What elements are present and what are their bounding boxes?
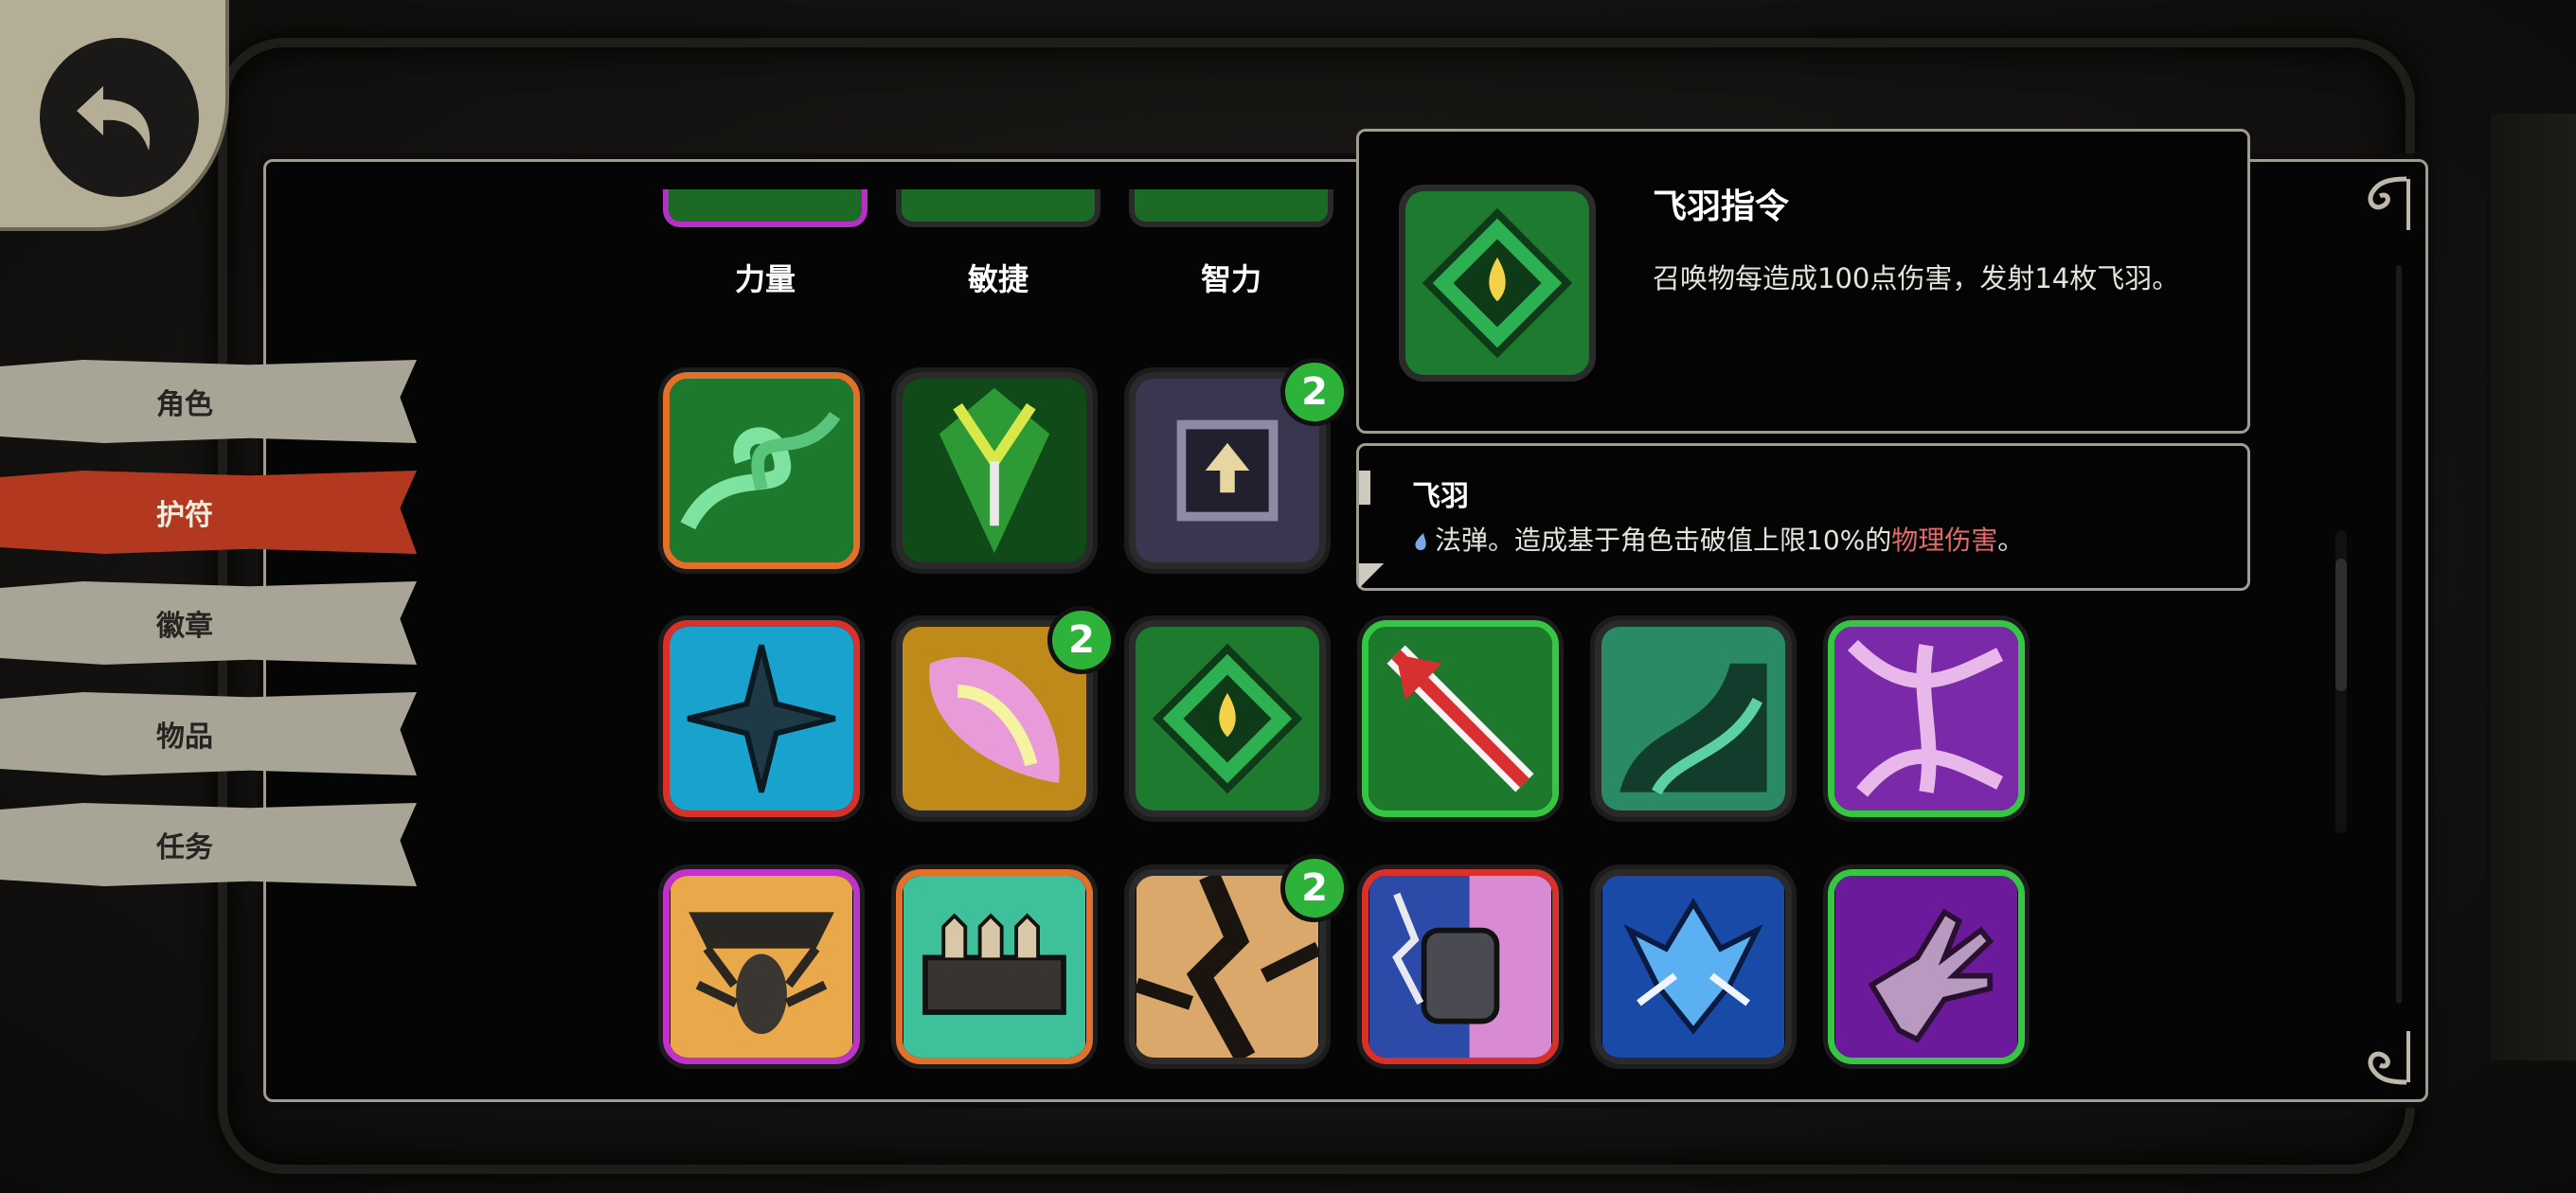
green-leaf-blade-charm-icon[interactable]	[896, 372, 1093, 569]
corner-ornament-icon	[2350, 171, 2416, 238]
green-diamond-eye-charm-icon	[1399, 185, 1596, 382]
tab-character[interactable]: 角色	[0, 360, 417, 443]
blue-dragon-charm-icon[interactable]	[1595, 869, 1792, 1064]
corner-ornament-icon	[2350, 1024, 2416, 1090]
corner-decoration	[1359, 563, 1384, 588]
tooltip-description: 召唤物每造成100点伤害，发射14枚飞羽。	[1653, 262, 2180, 294]
teal-claw-charm-icon[interactable]	[1595, 620, 1792, 817]
sub-desc-highlight: 物理伤害	[1891, 525, 1998, 556]
tab-label: 护符	[156, 499, 213, 532]
purple-web-charm-icon[interactable]	[1828, 620, 2025, 817]
agility-icon[interactable]	[896, 189, 1100, 227]
green-swirl-charm-icon[interactable]	[663, 372, 860, 569]
agility-label: 敏捷	[967, 261, 1029, 297]
fist-lightning-charm-icon[interactable]	[1362, 869, 1559, 1064]
tab-label: 任务	[156, 831, 213, 864]
red-arrow-charm-icon[interactable]	[1362, 620, 1559, 817]
tooltip-title: 飞羽指令	[1653, 187, 1790, 226]
tooltip-sub-panel: 飞羽 法弹。造成基于角色击破值上限10%的物理伤害。	[1356, 443, 2250, 591]
intelligence-label: 智力	[1200, 261, 1261, 297]
purple-hand-charm-icon[interactable]	[1828, 869, 2025, 1064]
count-badge: 2	[1047, 606, 1116, 674]
strength-icon[interactable]	[663, 189, 868, 227]
blue-star-charm-icon[interactable]	[663, 620, 860, 817]
green-diamond-eye-charm-icon[interactable]	[1129, 620, 1326, 817]
back-button[interactable]	[0, 0, 229, 231]
tab-label: 角色	[156, 388, 213, 421]
tab-quests[interactable]: 任务	[0, 803, 417, 886]
spider-charm-icon[interactable]	[663, 869, 860, 1064]
water-drop-icon	[1415, 533, 1426, 550]
tab-badge[interactable]: 徽章	[0, 581, 417, 665]
sub-desc-prefix: 法弹。造成基于角色击破值上限10%的	[1435, 525, 1892, 556]
sub-title: 飞羽	[1412, 480, 1469, 513]
ammo-belt-charm-icon[interactable]	[896, 869, 1093, 1064]
back-arrow-icon	[40, 38, 199, 197]
right-pillar-decoration	[2487, 114, 2576, 1060]
tab-label: 物品	[156, 721, 213, 754]
marker-decoration	[1359, 471, 1370, 505]
sub-description: 法弹。造成基于角色击破值上限10%的物理伤害。	[1412, 520, 2024, 558]
tab-items[interactable]: 物品	[0, 692, 417, 775]
strength-label: 力量	[734, 261, 796, 297]
scrollbar-track[interactable]	[2396, 265, 2402, 1004]
tab-label: 徽章	[156, 610, 213, 643]
count-badge: 2	[1280, 358, 1349, 426]
tooltip-panel: 飞羽指令 召唤物每造成100点伤害，发射14枚飞羽。	[1356, 129, 2250, 434]
sub-desc-suffix: 。	[1997, 525, 2025, 556]
count-badge: 2	[1280, 854, 1349, 922]
scrollbar-thumb[interactable]	[2335, 559, 2347, 691]
intelligence-icon[interactable]	[1129, 189, 1333, 227]
tab-charm[interactable]: 护符	[0, 471, 417, 554]
